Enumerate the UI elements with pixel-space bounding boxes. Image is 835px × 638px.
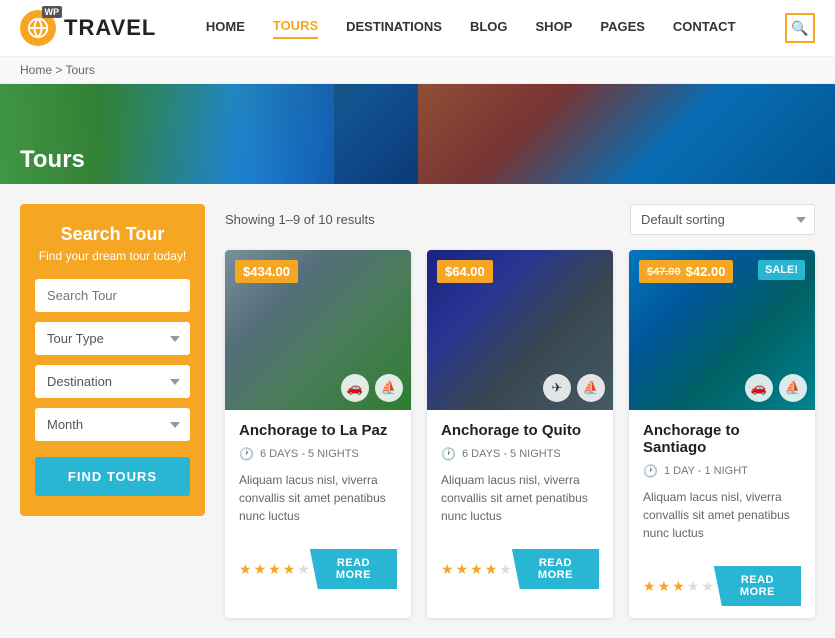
breadcrumb-current: Tours (65, 63, 94, 77)
tour-body: Anchorage to Quito 🕐 6 DAYS - 5 NIGHTS A… (427, 410, 613, 549)
star-5: ★ (499, 561, 512, 578)
sale-badge: SALE! (758, 260, 805, 280)
tour-icons: ✈ ⛵ (543, 374, 605, 402)
hero-buildings-visual (418, 84, 835, 184)
tour-grid: $434.00 🚗 ⛵ Anchorage to La Paz 🕐 6 DAYS… (225, 250, 815, 618)
logo-icon: WP (20, 10, 56, 46)
star-3: ★ (470, 561, 483, 578)
tour-name: Anchorage to Santiago (643, 422, 801, 456)
hero-title: Tours (20, 146, 85, 174)
star-3: ★ (268, 561, 281, 578)
month-select[interactable]: Month (35, 408, 190, 441)
sort-select[interactable]: Default sorting Sort by popularity Sort … (630, 204, 815, 235)
search-box: Search Tour Find your dream tour today! … (20, 204, 205, 516)
star-2: ★ (658, 578, 671, 595)
tour-stars: ★ ★ ★ ★ ★ (643, 578, 714, 595)
tour-name: Anchorage to La Paz (239, 422, 397, 439)
tour-stars: ★ ★ ★ ★ ★ (239, 561, 310, 578)
tour-body: Anchorage to La Paz 🕐 6 DAYS - 5 NIGHTS … (225, 410, 411, 549)
star-1: ★ (239, 561, 252, 578)
tour-meta: 🕐 1 DAY - 1 NIGHT (643, 464, 801, 478)
clock-icon: 🕐 (643, 464, 658, 478)
tour-card: $64.00 ✈ ⛵ Anchorage to Quito 🕐 6 DAYS -… (427, 250, 613, 618)
tour-content: Showing 1–9 of 10 results Default sortin… (225, 204, 815, 618)
tour-price-badge: $64.00 (437, 260, 493, 283)
search-input[interactable] (35, 279, 190, 312)
read-more-button[interactable]: READ MORE (512, 549, 599, 589)
tour-price: $42.00 (686, 264, 726, 279)
logo-wp-badge: WP (42, 6, 63, 18)
nav-home[interactable]: HOME (206, 19, 245, 38)
find-tours-button[interactable]: FIND TOURS (35, 457, 190, 496)
results-count: Showing 1–9 of 10 results (225, 212, 375, 227)
read-more-button[interactable]: READ MORE (310, 549, 397, 589)
search-box-subtitle: Find your dream tour today! (35, 249, 190, 263)
car-icon: 🚗 (745, 374, 773, 402)
star-1: ★ (441, 561, 454, 578)
star-2: ★ (456, 561, 469, 578)
star-4: ★ (283, 561, 296, 578)
sidebar: Search Tour Find your dream tour today! … (20, 204, 205, 618)
tour-footer: ★ ★ ★ ★ ★ READ MORE (427, 549, 613, 601)
boat-icon: ⛵ (375, 374, 403, 402)
star-2: ★ (254, 561, 267, 578)
tour-price-badge: $434.00 (235, 260, 298, 283)
tour-footer: ★ ★ ★ ★ ★ READ MORE (225, 549, 411, 601)
tour-card: $47.00 $42.00 SALE! 🚗 ⛵ Anchorage to San… (629, 250, 815, 618)
destination-select[interactable]: Destination (35, 365, 190, 398)
tour-meta: 🕐 6 DAYS - 5 NIGHTS (441, 447, 599, 461)
main-nav: HOME TOURS DESTINATIONS BLOG SHOP PAGES … (206, 18, 736, 39)
results-header: Showing 1–9 of 10 results Default sortin… (225, 204, 815, 235)
tour-duration: 6 DAYS - 5 NIGHTS (462, 448, 561, 460)
breadcrumb-home[interactable]: Home (20, 63, 52, 77)
tour-footer: ★ ★ ★ ★ ★ READ MORE (629, 566, 815, 618)
tour-name: Anchorage to Quito (441, 422, 599, 439)
read-more-button[interactable]: READ MORE (714, 566, 801, 606)
tour-meta: 🕐 6 DAYS - 5 NIGHTS (239, 447, 397, 461)
nav-destinations[interactable]: DESTINATIONS (346, 19, 442, 38)
tour-duration: 1 DAY - 1 NIGHT (664, 465, 748, 477)
tour-type-select[interactable]: Tour Type (35, 322, 190, 355)
clock-icon: 🕐 (441, 447, 456, 461)
tour-description: Aliquam lacus nisl, viverra convallis si… (643, 488, 801, 542)
star-4: ★ (485, 561, 498, 578)
tour-price-badge: $47.00 $42.00 (639, 260, 733, 283)
search-box-title: Search Tour (35, 224, 190, 245)
tour-body: Anchorage to Santiago 🕐 1 DAY - 1 NIGHT … (629, 410, 815, 566)
tour-stars: ★ ★ ★ ★ ★ (441, 561, 512, 578)
star-1: ★ (643, 578, 656, 595)
nav-shop[interactable]: SHOP (536, 19, 573, 38)
tour-icons: 🚗 ⛵ (745, 374, 807, 402)
nav-pages[interactable]: PAGES (600, 19, 645, 38)
clock-icon: 🕐 (239, 447, 254, 461)
star-4: ★ (687, 578, 700, 595)
logo[interactable]: WP TRAVEL (20, 10, 156, 46)
star-5: ★ (297, 561, 310, 578)
search-button[interactable]: 🔍 (785, 13, 815, 43)
nav-contact[interactable]: CONTACT (673, 19, 736, 38)
tour-image: $47.00 $42.00 SALE! 🚗 ⛵ (629, 250, 815, 410)
tour-old-price: $47.00 (647, 266, 681, 278)
nav-tours[interactable]: TOURS (273, 18, 318, 39)
tour-duration: 6 DAYS - 5 NIGHTS (260, 448, 359, 460)
tour-image: $434.00 🚗 ⛵ (225, 250, 411, 410)
star-3: ★ (672, 578, 685, 595)
star-5: ★ (701, 578, 714, 595)
tour-icons: 🚗 ⛵ (341, 374, 403, 402)
boat-icon: ⛵ (779, 374, 807, 402)
main-content: Search Tour Find your dream tour today! … (0, 184, 835, 638)
car-icon: 🚗 (341, 374, 369, 402)
logo-text: TRAVEL (64, 15, 156, 41)
hero-banner: Tours (0, 84, 835, 184)
nav-blog[interactable]: BLOG (470, 19, 508, 38)
tour-image: $64.00 ✈ ⛵ (427, 250, 613, 410)
breadcrumb-separator: > (55, 63, 65, 77)
plane-icon: ✈ (543, 374, 571, 402)
boat-icon: ⛵ (577, 374, 605, 402)
site-header: WP TRAVEL HOME TOURS DESTINATIONS BLOG S… (0, 0, 835, 57)
tour-card: $434.00 🚗 ⛵ Anchorage to La Paz 🕐 6 DAYS… (225, 250, 411, 618)
breadcrumb: Home > Tours (0, 57, 835, 84)
